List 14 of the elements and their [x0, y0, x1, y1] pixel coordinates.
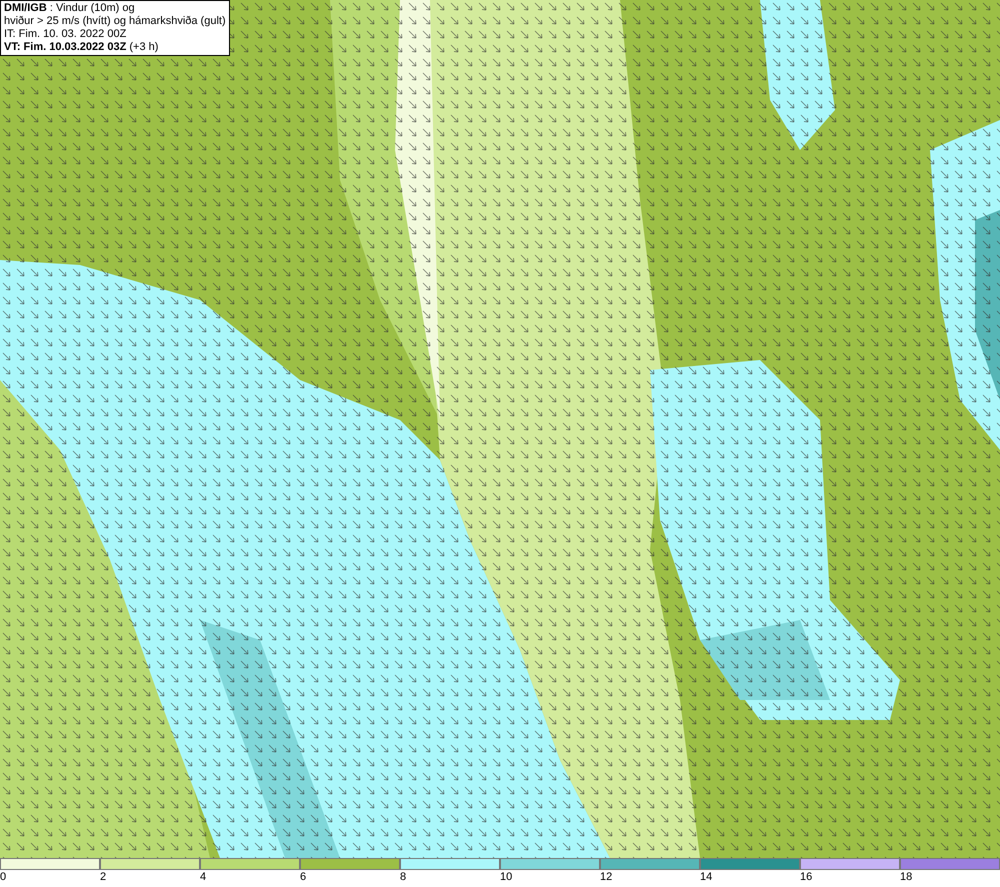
legend-label: 0	[0, 870, 6, 885]
title-line: VT: Fim. 10.03.2022 03Z (+3 h)	[4, 41, 160, 54]
title-line: hviður > 25 m/s (hvítt) og hámarkshviða (gult)	[4, 15, 226, 28]
legend-label: 2	[100, 870, 106, 885]
title-line: DMI/IGB : Vindur (10m) og	[4, 2, 136, 15]
legend-label: 8	[400, 870, 406, 885]
legend-label: 10	[500, 870, 512, 885]
legend-label: 14	[700, 870, 712, 885]
legend-label: 16	[800, 870, 812, 885]
legend-label: 6	[300, 870, 306, 885]
legend-label: 18	[900, 870, 912, 885]
legend-label: 4	[200, 870, 206, 885]
legend-label: 12	[600, 870, 612, 885]
title-line: IT: Fim. 10. 03. 2022 00Z	[4, 28, 128, 41]
